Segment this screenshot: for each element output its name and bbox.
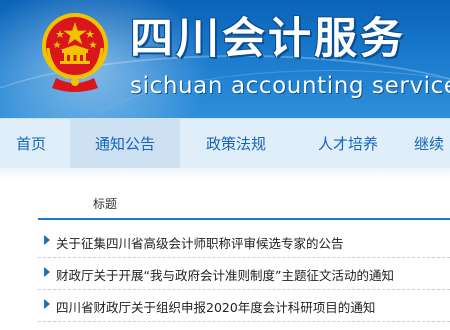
site-title: 四川会计服务 [130, 14, 406, 64]
main-nav: 首页 通知公告 政策法规 人才培养 继续 [0, 118, 450, 169]
nav-item-notices[interactable]: 通知公告 [70, 119, 180, 169]
national-emblem-icon [42, 13, 108, 92]
arrow-right-icon [44, 235, 50, 245]
nav-item-policies[interactable]: 政策法规 [188, 119, 284, 169]
nav-shadow [0, 168, 450, 180]
list-header: 标题 [38, 188, 450, 220]
arrow-right-icon [44, 299, 50, 309]
list-item-title[interactable]: 财政厅关于开展“我与政府会计准则制度”主题征文活动的通知 [56, 265, 394, 284]
nav-item-continuing-education[interactable]: 继续 [414, 119, 450, 169]
site-subtitle: sichuan accounting service [130, 73, 450, 99]
list-item[interactable]: 关于征集四川省高级会计师职称评审候选专家的公告 [38, 226, 450, 258]
nav-item-home[interactable]: 首页 [0, 119, 62, 169]
list-item-title[interactable]: 关于征集四川省高级会计师职称评审候选专家的公告 [56, 233, 344, 252]
nav-item-talent[interactable]: 人才培养 [300, 119, 396, 169]
list-item-title[interactable]: 四川省财政厅关于组织申报2020年度会计科研项目的通知 [56, 297, 375, 316]
list-item[interactable]: 四川省财政厅关于组织申报2020年度会计科研项目的通知 [38, 290, 450, 322]
column-header-title: 标题 [93, 197, 118, 211]
header-banner: 四川会计服务 sichuan accounting service [0, 0, 450, 118]
arrow-right-icon [44, 267, 50, 277]
notice-list: 标题 关于征集四川省高级会计师职称评审候选专家的公告 财政厅关于开展“我与政府会… [38, 180, 450, 330]
list-item[interactable]: 财政厅关于开展“我与政府会计准则制度”主题征文活动的通知 [38, 258, 450, 290]
